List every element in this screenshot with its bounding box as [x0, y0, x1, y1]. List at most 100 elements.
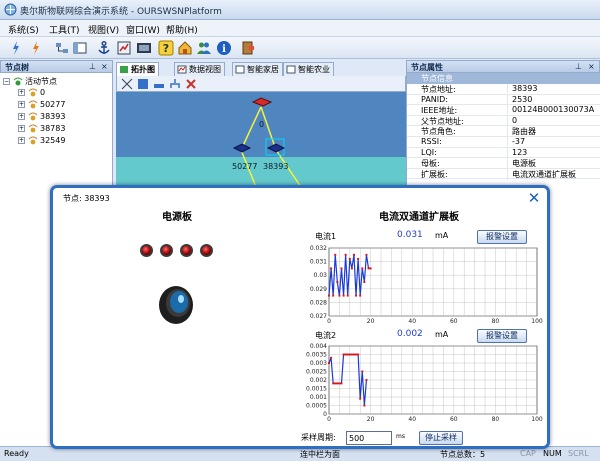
home-icon[interactable] [177, 40, 193, 56]
property-row[interactable]: IEEE地址: 00124B000130073A [407, 105, 600, 116]
status-num: NUM [543, 449, 562, 458]
layout-icon[interactable] [72, 40, 88, 56]
data-point [365, 253, 368, 256]
tree-node[interactable]: +50277 [18, 100, 65, 109]
sample-period-input[interactable] [346, 431, 392, 445]
y-tick-label: 0.027 [310, 313, 327, 320]
center-tabs: 拓扑图 数据视图 智能家居 智能农业 [116, 62, 406, 76]
data-point [361, 370, 364, 373]
layout-tree-icon[interactable] [137, 78, 149, 90]
info-icon[interactable]: i [216, 40, 232, 56]
node-icon [28, 136, 38, 145]
menu-help[interactable]: 帮助(H) [166, 23, 198, 36]
property-row[interactable]: PANID: 2530 [407, 94, 600, 106]
data-point [336, 281, 339, 283]
tree-node[interactable]: +32549 [18, 136, 65, 145]
y-tick-label: 0.032 [310, 245, 327, 252]
status-node-count: 节点总数：5 [440, 450, 486, 459]
data-point [340, 267, 343, 270]
close-icon[interactable]: ✕ [527, 191, 541, 206]
tab-data-view[interactable]: 数据视图 [174, 62, 225, 76]
channel1-label: 电流1 [315, 232, 337, 241]
y-tick-label: 0.0015 [306, 386, 327, 393]
y-tick-label: 0.003 [310, 360, 327, 367]
data-point [338, 382, 341, 385]
led-indicator [140, 244, 153, 257]
tab-smart-home[interactable]: 智能家居 [232, 62, 283, 76]
tree-node[interactable]: +38393 [18, 112, 65, 121]
exit-icon[interactable] [240, 40, 256, 56]
power-board-title: 电源板 [162, 212, 192, 223]
x-tick-label: 0 [327, 318, 331, 325]
property-row[interactable]: 母板: 电源板 [407, 158, 600, 170]
users-icon[interactable] [196, 40, 212, 56]
node-detail-dialog: 节点: 38393 ✕ 电源板 电流双通道扩展板 电流1 0.031 mA 报警… [50, 185, 550, 449]
data-point [350, 267, 353, 270]
data-point [332, 382, 335, 385]
tab-topology[interactable]: 拓扑图 [116, 62, 159, 76]
data-point [346, 353, 349, 356]
tree-node[interactable]: +0 [18, 88, 45, 97]
y-tick-label: 0.0035 [306, 352, 327, 359]
tree-node[interactable]: +38783 [18, 124, 65, 133]
data-point [348, 353, 351, 356]
topology-label: 0 [259, 120, 265, 129]
tab-smart-agriculture[interactable]: 智能农业 [283, 62, 334, 76]
x-tick-label: 20 [367, 318, 375, 325]
help-icon[interactable]: ? [158, 40, 174, 56]
channel1-value: 0.031 [397, 230, 423, 240]
property-row[interactable]: 父节点地址: 0 [407, 115, 600, 127]
menu-system[interactable]: 系统(S) [8, 23, 39, 36]
hierarchy-icon[interactable] [169, 78, 181, 90]
node-icon [28, 112, 38, 121]
data-point [338, 294, 341, 297]
data-point [365, 379, 368, 381]
data-point [344, 253, 347, 256]
channel1-alarm-button[interactable]: 报警设置 [477, 230, 527, 244]
stop-sampling-button[interactable]: 停止采样 [419, 431, 463, 445]
data-point [352, 253, 355, 256]
dialog-node-label: 节点: 38393 [63, 194, 110, 203]
y-tick-label: 0.002 [310, 377, 327, 384]
menu-tools[interactable]: 工具(T) [49, 23, 80, 36]
status-ready: Ready [4, 449, 29, 458]
data-point [359, 294, 362, 297]
y-tick-label: 0.029 [310, 286, 327, 293]
anchor-icon[interactable] [96, 40, 112, 56]
svg-text:?: ? [163, 42, 169, 55]
sensor-tool-icon[interactable] [116, 40, 132, 56]
pin-icon[interactable]: ⊥ [575, 62, 582, 71]
close-icon[interactable]: × [101, 62, 108, 71]
properties-group[interactable]: 节点信息 [407, 73, 600, 84]
close-icon[interactable]: × [588, 62, 595, 71]
y-tick-label: 0.001 [310, 394, 327, 401]
status-scrl: SCRL [568, 449, 589, 458]
topology-links [232, 97, 302, 187]
data-point [330, 267, 333, 270]
tools-icon[interactable] [185, 78, 197, 90]
x-tick-label: 40 [408, 416, 416, 423]
data-point [334, 382, 337, 385]
property-row[interactable]: 节点角色: 路由器 [407, 126, 600, 138]
property-row[interactable]: 节点地址: 38393 [407, 84, 600, 95]
connect-icon[interactable] [8, 40, 24, 56]
tree-root[interactable]: − 活动节点 [3, 76, 57, 87]
disconnect-icon[interactable] [28, 40, 44, 56]
zoom-fit-icon[interactable] [121, 78, 133, 90]
property-row[interactable]: 扩展板: 电流双通道扩展板 [407, 168, 600, 180]
image-icon[interactable] [136, 40, 152, 56]
data-point [346, 294, 349, 297]
title-bar: 奥尔斯物联网综合演示系统 - OURSWSNPlatform [0, 0, 600, 20]
menu-window[interactable]: 窗口(W) [126, 23, 160, 36]
pin-icon[interactable]: ⊥ [89, 62, 96, 71]
property-row[interactable]: LQI: 123 [407, 147, 600, 159]
data-point [328, 294, 330, 297]
toolbar: ? i [0, 37, 600, 59]
network-icon[interactable] [54, 40, 70, 56]
layout-flat-icon[interactable] [153, 78, 165, 90]
property-row[interactable]: RSSI: -37 [407, 137, 600, 148]
data-point [369, 267, 372, 270]
led-indicator [200, 244, 213, 257]
menu-view[interactable]: 视图(V) [88, 23, 119, 36]
y-tick-label: 0.0005 [306, 403, 327, 410]
